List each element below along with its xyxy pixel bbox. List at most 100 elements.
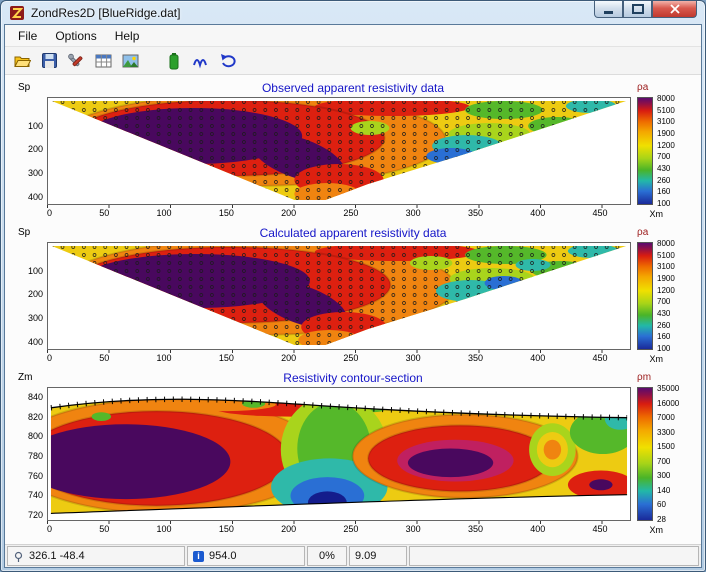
x-tick-label: 100 (157, 524, 172, 534)
open-file-button[interactable] (11, 50, 33, 72)
colorbar-tick-label: 8000 (657, 94, 675, 103)
panel-calculated-title: Calculated apparent resistivity data (13, 226, 693, 242)
status-extra-cell: 9.09 (349, 546, 407, 566)
colorbar-tick-label: 1900 (657, 274, 675, 283)
model-x-axis: 050100150200250300350400450 Xm (47, 521, 631, 538)
y-tick-label: 760 (28, 471, 43, 481)
calculated-colorbar: ρa 80005100310019001200700430260160100 (631, 242, 693, 350)
observed-y-ticks: 100200300400 (28, 121, 43, 202)
colorbar-tick-label: 1200 (657, 286, 675, 295)
x-tick-label: 400 (530, 208, 545, 218)
x-tick-label: 400 (530, 353, 545, 363)
run-green-icon (168, 52, 180, 70)
model-x-axis-label: Xm (650, 525, 664, 535)
colorbar-tick-label: 260 (657, 321, 675, 330)
x-tick-label: 450 (593, 524, 608, 534)
undo-button[interactable] (217, 50, 239, 72)
status-coordinates: 326.1 -48.4 (29, 550, 85, 562)
x-tick-label: 100 (157, 208, 172, 218)
status-coordinates-cell: 326.1 -48.4 (7, 546, 185, 566)
menu-options[interactable]: Options (46, 27, 105, 45)
x-tick-label: 200 (281, 353, 296, 363)
panel-observed: Observed apparent resistivity data Sp 10… (13, 81, 693, 222)
close-button[interactable] (652, 1, 697, 18)
menu-help[interactable]: Help (106, 27, 149, 45)
table-button[interactable] (92, 50, 114, 72)
model-x-ticks: 050100150200250300350400450 (47, 524, 631, 534)
x-tick-label: 350 (468, 524, 483, 534)
x-tick-label: 50 (99, 208, 109, 218)
x-tick-label: 300 (406, 353, 421, 363)
model-colorbar-label: ρm (637, 372, 651, 383)
colorbar-tick-label: 35000 (657, 384, 679, 393)
model-contour-plot[interactable] (47, 387, 631, 521)
x-tick-label: 100 (157, 353, 172, 363)
y-tick-label: 100 (28, 266, 43, 276)
model-colorbar-gradient[interactable] (637, 387, 653, 521)
colorbar-tick-label: 60 (657, 500, 679, 509)
calculated-colorbar-gradient[interactable] (637, 242, 653, 350)
panel-calculated: Calculated apparent resistivity data Sp … (13, 226, 693, 367)
minimize-icon (604, 11, 613, 14)
toolbar (5, 47, 701, 75)
panel-model-section: Resistivity contour-section Zm 840820800… (13, 371, 693, 538)
model-y-axis-label: Zm (18, 372, 32, 383)
calculated-y-axis: Sp 100200300400 (13, 242, 47, 350)
info-icon: i (193, 551, 204, 562)
colorbar-tick-label: 28 (657, 515, 679, 524)
colorbar-tick-label: 260 (657, 176, 675, 185)
colorbar-tick-label: 3100 (657, 262, 675, 271)
x-tick-label: 0 (47, 524, 52, 534)
observed-x-ticks: 050100150200250300350400450 (47, 208, 631, 218)
close-icon (670, 4, 680, 14)
colorbar-tick-label: 160 (657, 187, 675, 196)
x-tick-label: 300 (406, 524, 421, 534)
open-file-icon (13, 52, 31, 70)
menu-file[interactable]: File (9, 27, 46, 45)
y-tick-label: 840 (28, 392, 43, 402)
panel-model-title: Resistivity contour-section (13, 371, 693, 387)
colorbar-tick-label: 1500 (657, 442, 679, 451)
save-button[interactable] (38, 50, 60, 72)
x-tick-label: 450 (593, 208, 608, 218)
x-tick-label: 350 (468, 353, 483, 363)
status-extra: 9.09 (355, 550, 376, 562)
y-tick-label: 200 (28, 144, 43, 154)
colorbar-tick-label: 7000 (657, 413, 679, 422)
run-button[interactable] (163, 50, 185, 72)
y-tick-label: 720 (28, 510, 43, 520)
observed-pseudosection-plot[interactable] (47, 97, 631, 205)
minimize-button[interactable] (594, 1, 623, 18)
status-progress: 0% (319, 550, 335, 562)
titlebar[interactable]: ZondRes2D [BlueRidge.dat] (1, 1, 705, 24)
table-icon (95, 53, 112, 69)
waves-button[interactable] (190, 50, 212, 72)
image-icon (122, 53, 139, 69)
y-tick-label: 400 (28, 337, 43, 347)
calculated-pseudosection-plot[interactable] (47, 242, 631, 350)
x-tick-label: 0 (47, 208, 52, 218)
observed-y-axis: Sp 100200300400 (13, 97, 47, 205)
y-tick-label: 740 (28, 490, 43, 500)
app-window: ZondRes2D [BlueRidge.dat] File Options H… (0, 0, 706, 572)
colorbar-tick-label: 16000 (657, 399, 679, 408)
cursor-position-icon (13, 551, 24, 562)
calculated-colorbar-label: ρa (637, 227, 648, 238)
colorbar-tick-label: 430 (657, 309, 675, 318)
window-client-frame: File Options Help (4, 24, 702, 568)
maximize-button[interactable] (623, 1, 652, 18)
x-tick-label: 150 (219, 524, 234, 534)
x-tick-label: 150 (219, 208, 234, 218)
calculated-colorbar-ticks: 80005100310019001200700430260160100 (657, 239, 675, 353)
status-empty-cell (409, 546, 699, 566)
observed-colorbar-label: ρa (637, 82, 648, 93)
image-button[interactable] (119, 50, 141, 72)
y-tick-label: 100 (28, 121, 43, 131)
observed-colorbar-gradient[interactable] (637, 97, 653, 205)
model-colorbar: ρm 35000160007000330015007003001406028 (631, 387, 693, 521)
menubar: File Options Help (5, 25, 701, 47)
x-tick-label: 250 (343, 353, 358, 363)
colorbar-tick-label: 3100 (657, 117, 675, 126)
status-value-cell: i 954.0 (187, 546, 305, 566)
tools-button[interactable] (65, 50, 87, 72)
